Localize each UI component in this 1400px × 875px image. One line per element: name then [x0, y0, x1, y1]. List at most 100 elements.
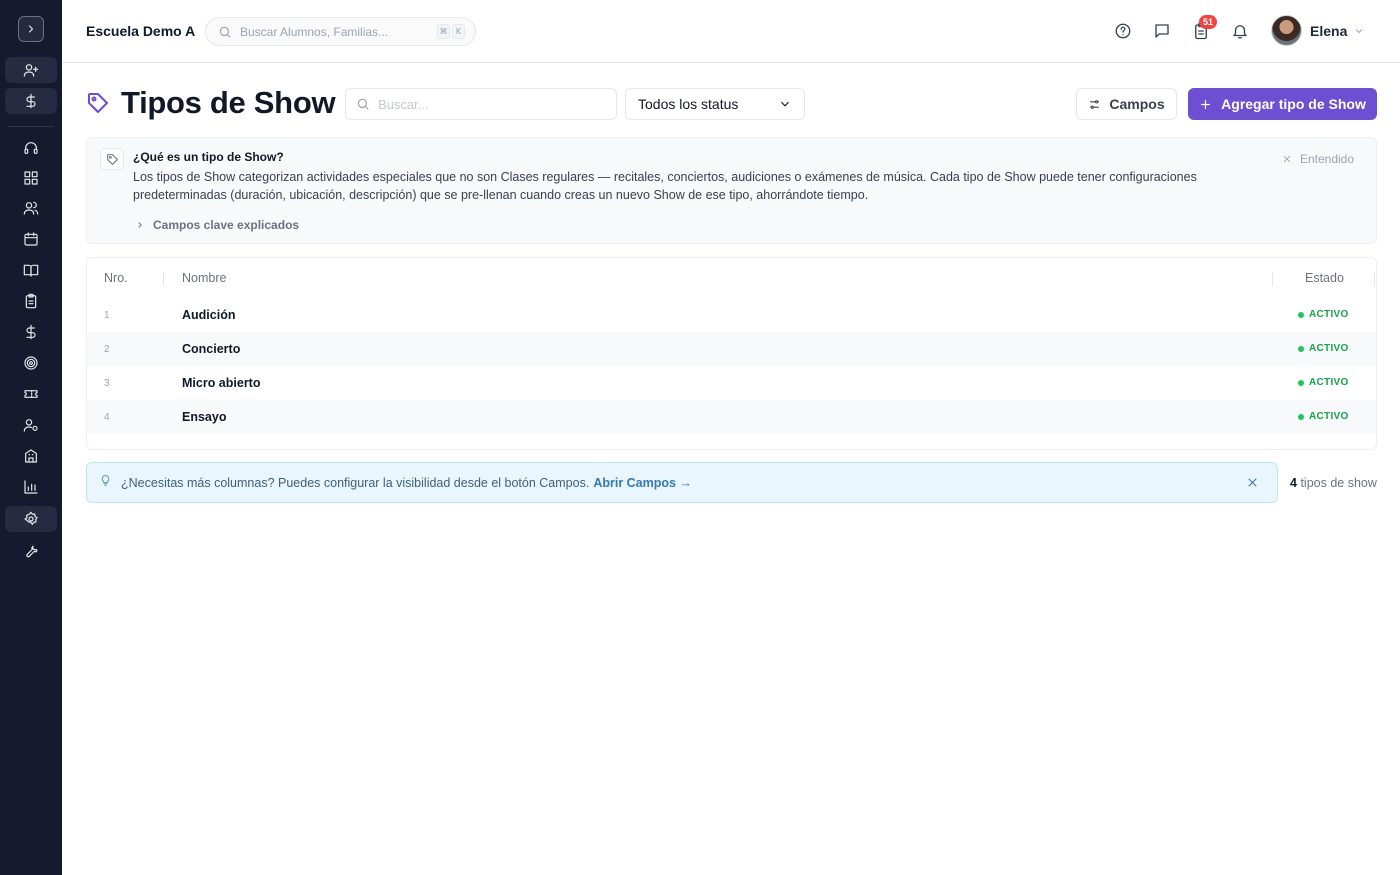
dismiss-info-label: Entendido — [1299, 152, 1354, 166]
shortcut-key-k: K — [452, 24, 465, 39]
sidebar — [0, 0, 62, 875]
fields-button-label: Campos — [1109, 96, 1165, 112]
record-count-number: 4 — [1290, 476, 1297, 490]
gear-icon — [24, 511, 38, 525]
record-count-label: tipos de show — [1300, 476, 1377, 490]
sidebar-item-tickets[interactable] — [5, 381, 57, 407]
status-badge: ACTIVO — [1298, 377, 1349, 388]
add-show-type-button[interactable]: Agregar tipo de Show — [1188, 88, 1377, 120]
dollar-icon — [26, 93, 36, 109]
info-description: Los tipos de Show categorizan actividade… — [133, 170, 1197, 202]
sidebar-item-calendar[interactable] — [5, 226, 57, 252]
tag-icon — [100, 148, 124, 170]
column-header-status[interactable]: Estado — [1305, 271, 1344, 285]
table-row[interactable]: 1 Audición ACTIVO — [87, 298, 1376, 332]
row-name[interactable]: Ensayo — [182, 410, 226, 424]
search-icon — [219, 26, 231, 38]
sidebar-item-add-student[interactable] — [5, 57, 57, 83]
wrench-icon — [26, 545, 38, 558]
shortcut-key-cmd: ⌘ — [437, 24, 450, 39]
column-divider[interactable] — [163, 272, 164, 286]
bar-chart-icon — [24, 480, 38, 494]
sidebar-item-support[interactable] — [5, 135, 57, 161]
messages-button[interactable] — [1152, 21, 1172, 41]
key-fields-expander[interactable]: Campos clave explicados — [135, 218, 299, 232]
column-header-name[interactable]: Nombre — [182, 271, 226, 285]
user-name[interactable]: Elena — [1310, 23, 1347, 39]
show-types-table: Nro. Nombre Estado 1 Audición ACTIVO 2 C… — [86, 257, 1377, 450]
status-badge: ACTIVO — [1298, 309, 1349, 320]
row-number: 2 — [104, 344, 110, 355]
sidebar-item-staff[interactable] — [5, 412, 57, 438]
bell-icon — [1233, 25, 1247, 39]
sidebar-item-goals[interactable] — [5, 350, 57, 376]
table-row[interactable]: 3 Micro abierto ACTIVO — [87, 366, 1376, 400]
record-count: 4 tipos de show — [1290, 476, 1377, 490]
search-icon — [357, 98, 369, 110]
info-title: ¿Qué es un tipo de Show? — [133, 150, 284, 164]
fields-button[interactable]: Campos — [1076, 88, 1177, 120]
status-dot — [1298, 413, 1304, 420]
columns-tip-banner: ¿Necesitas más columnas? Puedes configur… — [86, 462, 1278, 503]
column-header-number[interactable]: Nro. — [104, 271, 128, 285]
sliders-icon — [1090, 99, 1100, 109]
school-name[interactable]: Escuela Demo A — [86, 23, 195, 39]
global-search-input[interactable]: Buscar Alumnos, Familias... ⌘ K — [205, 17, 476, 46]
row-number: 4 — [104, 412, 110, 423]
sidebar-divider — [8, 126, 54, 127]
status-label: ACTIVO — [1309, 377, 1349, 388]
column-divider[interactable] — [1374, 272, 1375, 286]
tag-icon — [86, 91, 110, 120]
status-label: ACTIVO — [1309, 309, 1349, 320]
chat-icon — [1155, 24, 1169, 38]
lightbulb-icon — [99, 474, 112, 492]
sidebar-item-people[interactable] — [5, 195, 57, 221]
help-button[interactable] — [1113, 21, 1133, 41]
notifications-button[interactable] — [1230, 21, 1250, 41]
avatar[interactable] — [1271, 15, 1302, 46]
user-menu-toggle[interactable] — [1353, 24, 1365, 42]
status-badge: ACTIVO — [1298, 343, 1349, 354]
top-bar: Escuela Demo A Buscar Alumnos, Familias.… — [62, 0, 1400, 63]
sidebar-item-dashboard[interactable] — [5, 165, 57, 191]
open-fields-link[interactable]: Abrir Campos → — [593, 476, 692, 490]
sidebar-item-billing[interactable] — [5, 88, 57, 114]
calendar-icon — [24, 232, 38, 246]
ticket-icon — [24, 390, 38, 398]
info-panel: ¿Qué es un tipo de Show? Los tipos de Sh… — [86, 137, 1377, 244]
book-icon — [23, 264, 39, 277]
sidebar-toggle-button[interactable] — [18, 16, 44, 42]
user-plus-icon — [23, 64, 39, 77]
column-divider[interactable] — [1272, 272, 1273, 286]
table-row[interactable]: 4 Ensayo ACTIVO — [87, 400, 1376, 434]
clipboard-icon — [25, 293, 37, 309]
sidebar-item-settings[interactable] — [5, 506, 57, 532]
users-icon — [23, 201, 39, 215]
row-name[interactable]: Micro abierto — [182, 376, 261, 390]
status-filter-select[interactable]: Todos los status — [625, 88, 805, 120]
sidebar-item-lessons[interactable] — [5, 257, 57, 283]
row-name[interactable]: Concierto — [182, 342, 240, 356]
close-tip-button[interactable] — [1246, 476, 1259, 494]
page-title: Tipos de Show — [121, 85, 336, 120]
page-search-input[interactable] — [378, 96, 608, 112]
table-row[interactable]: 2 Concierto ACTIVO — [87, 332, 1376, 366]
sidebar-item-locations[interactable] — [5, 443, 57, 469]
status-filter-value: Todos los status — [638, 96, 739, 112]
sidebar-item-payments[interactable] — [5, 319, 57, 345]
row-number: 3 — [104, 378, 110, 389]
notification-count-badge: 51 — [1199, 15, 1217, 29]
status-dot — [1298, 379, 1304, 386]
status-label: ACTIVO — [1309, 343, 1349, 354]
grid-icon — [24, 171, 38, 185]
dismiss-info-button[interactable]: Entendido — [1282, 152, 1354, 166]
status-badge: ACTIVO — [1298, 411, 1349, 422]
global-search-placeholder: Buscar Alumnos, Familias... — [240, 24, 389, 39]
sidebar-item-tools[interactable] — [5, 537, 57, 563]
sidebar-item-reports[interactable] — [5, 474, 57, 500]
row-name[interactable]: Audición — [182, 308, 235, 322]
plus-icon — [1201, 99, 1210, 109]
add-show-type-label: Agregar tipo de Show — [1221, 96, 1366, 112]
page-search-field[interactable] — [345, 88, 617, 120]
sidebar-item-tasks[interactable] — [5, 288, 57, 314]
